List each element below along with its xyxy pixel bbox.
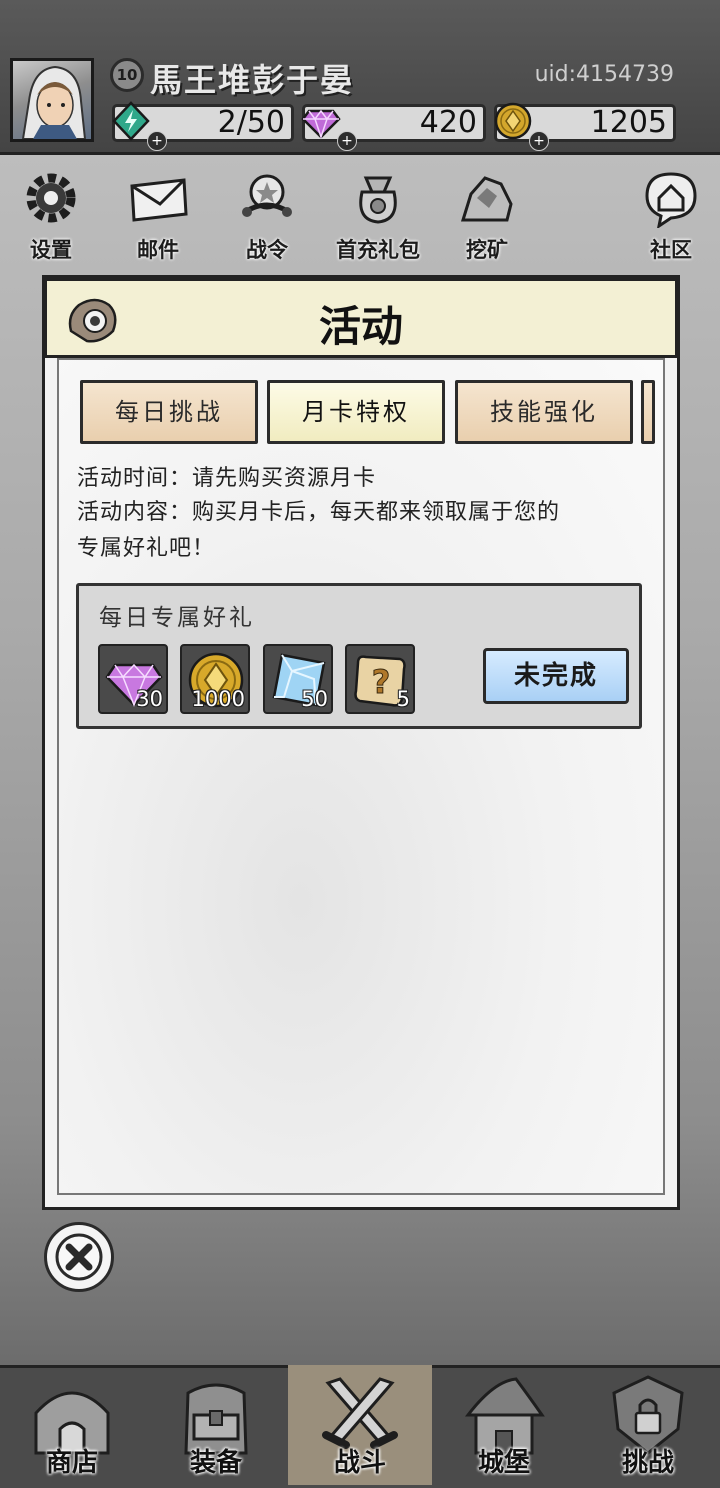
diamond-counter[interactable]: + 420 — [301, 104, 486, 151]
energy-icon — [112, 101, 150, 141]
nav-shop[interactable]: 商店 — [0, 1365, 144, 1485]
menu-settings[interactable]: 设置 — [6, 168, 96, 263]
nav-battle[interactable]: 战斗 — [288, 1365, 432, 1485]
close-icon — [55, 1233, 103, 1281]
coin-value: 1205 — [590, 105, 667, 140]
coin-icon — [494, 102, 532, 140]
menu-battle-pass[interactable]: 战令 — [222, 168, 312, 263]
player-name: 馬王堆彭于晏 — [150, 61, 355, 99]
hooded-hero-portrait — [21, 65, 87, 140]
close-dialog-button[interactable] — [44, 1222, 114, 1292]
coin-counter[interactable]: + 1205 — [494, 102, 676, 151]
dialog-title: 活动 — [318, 302, 403, 351]
add-coin-icon[interactable]: + — [529, 131, 549, 151]
svg-text:?: ? — [372, 663, 391, 701]
gear-icon — [26, 173, 76, 223]
menu-community[interactable]: 社区 — [626, 168, 716, 263]
activity-time-text: 活动时间：请先购买资源月卡 — [77, 466, 377, 491]
player-uid: uid:4154739 — [534, 62, 674, 87]
reward-item-diamond[interactable]: 30 — [98, 644, 168, 714]
menu-mail[interactable]: 邮件 — [113, 168, 203, 263]
mining-icon — [460, 176, 513, 222]
community-icon — [645, 172, 697, 230]
reward-panel-title: 每日专属好礼 — [99, 605, 255, 631]
nav-equipment[interactable]: 装备 — [144, 1365, 288, 1485]
reward-item-coin[interactable]: 1000 — [180, 644, 250, 714]
player-avatar[interactable] — [10, 58, 94, 142]
reward-item-crystal[interactable]: 50 — [263, 644, 333, 714]
reward-item-mystery-scroll[interactable]: ? 5 — [345, 644, 415, 714]
activity-content-text-cont: 专属好礼吧！ — [77, 536, 216, 561]
diamond-value: 420 — [419, 105, 477, 140]
tab-monthly-card[interactable]: 月卡特权 — [267, 380, 445, 444]
tab-daily-challenge[interactable]: 每日挑战 — [80, 380, 258, 444]
claim-status-button[interactable]: 未完成 — [483, 648, 629, 704]
dialog-header: 活动 — [44, 278, 678, 358]
battle-pass-icon — [242, 174, 292, 217]
mail-icon — [130, 178, 188, 222]
energy-value: 2/50 — [217, 105, 285, 140]
add-diamond-icon[interactable]: + — [337, 131, 357, 151]
tab-overflow-partial[interactable] — [641, 380, 655, 444]
player-level-badge: 10 — [110, 58, 144, 92]
tab-skill-upgrade[interactable]: 技能强化 — [455, 380, 633, 444]
nav-challenge[interactable]: 挑战 — [576, 1365, 720, 1485]
nav-castle[interactable]: 城堡 — [432, 1365, 576, 1485]
gift-bag-icon — [359, 176, 397, 224]
menu-first-recharge-pack[interactable]: 首充礼包 — [326, 168, 430, 263]
menu-mining[interactable]: 挖矿 — [442, 168, 532, 263]
diamond-icon — [301, 109, 341, 140]
add-energy-icon[interactable]: + — [147, 131, 167, 151]
activity-content-text: 活动内容：购买月卡后，每天都来领取属于您的 — [77, 500, 561, 525]
energy-counter[interactable]: + 2/50 — [112, 101, 294, 151]
